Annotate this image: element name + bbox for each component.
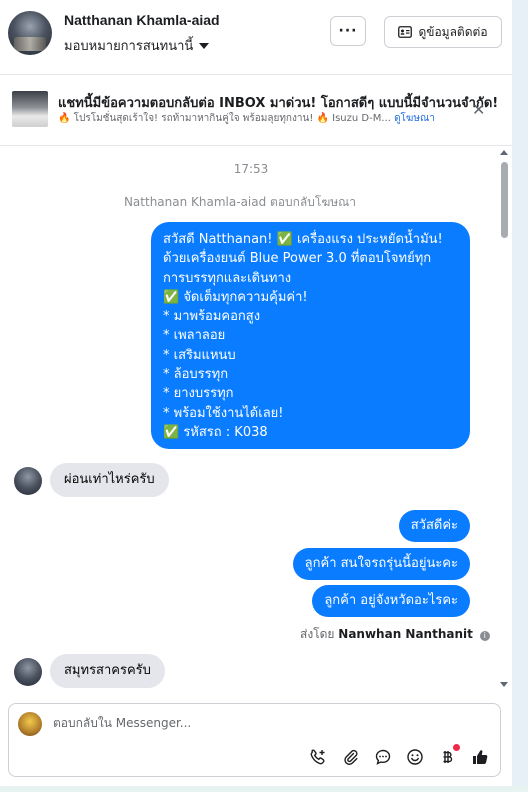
- window-edge-bottom: [0, 786, 528, 792]
- view-ad-link[interactable]: ดูโฆษณา: [394, 113, 435, 124]
- message-line-text: * มาพร้อมคอกสูง: [163, 309, 261, 325]
- message-line: ✅ รหัสรถ : K038: [163, 423, 458, 442]
- view-contact-info-button[interactable]: ดูข้อมูลติดต่อ: [384, 16, 502, 48]
- page-avatar: [18, 712, 42, 736]
- message-composer: [8, 703, 501, 777]
- message-scrollbar[interactable]: [496, 146, 512, 692]
- message-line: * เพลาลอย: [163, 326, 458, 345]
- message-line-text: * พร้อมใช้งานได้เลย!: [163, 405, 284, 421]
- incoming-message-bubble: ผ่อนเท่าไหร่ครับ: [50, 463, 169, 497]
- message-line-text: ✅ จัดเต็มทุกความคุ้มค่า!: [163, 289, 308, 305]
- message-timestamp: 17:53: [233, 162, 269, 176]
- message-line: * มาพร้อมคอกสูง: [163, 307, 458, 326]
- message-line-text: การบรรทุกและเดินทาง: [163, 270, 292, 286]
- message-line: ด้วยเครื่องยนต์ Blue Power 3.0 ที่ตอบโจท…: [163, 249, 458, 268]
- outgoing-message-bubble: ลูกค้า อยู่จังหวัดอะไรคะ: [312, 585, 470, 617]
- more-options-button[interactable]: ···: [330, 16, 366, 46]
- scroll-down-arrow-icon[interactable]: [500, 682, 508, 687]
- contact-info-label: ดูข้อมูลติดต่อ: [418, 24, 488, 39]
- message-line-text: * เพลาลอย: [163, 328, 226, 344]
- message-line-text: ด้วยเครื่องยนต์ Blue Power 3.0 ที่ตอบโจท…: [163, 251, 432, 267]
- message-line: สวัสดี Natthanan! ✅ เครื่องแรง ประหยัดน้…: [163, 230, 458, 249]
- sent-by-label: ส่งโดย Nanwhan Nanthanit i: [300, 625, 490, 644]
- message-line: * เสริมแหนบ: [163, 346, 458, 365]
- ad-message-bubble: สวัสดี Natthanan! ✅ เครื่องแรง ประหยัดน้…: [151, 222, 470, 449]
- message-line: * พร้อมใช้งานได้เลย!: [163, 404, 458, 423]
- ad-subtitle: 🔥 โปรโมชั่นสุดเร้าใจ! รถท้ามาหากินคู่ใจ …: [58, 111, 435, 126]
- ad-title: แชทนี้มีข้อความตอบกลับต่อ INBOX มาด่วน! …: [58, 96, 499, 111]
- conversation-header: Natthanan Khamla-aiad มอบหมายการสนทนานี้…: [0, 0, 512, 74]
- incoming-message-bubble: สมุทรสาครครับ: [50, 654, 165, 688]
- emoji-icon[interactable]: [404, 746, 426, 768]
- contact-name[interactable]: Natthanan Khamla-aiad: [64, 12, 220, 28]
- message-line: * ยางบรรทุก: [163, 384, 458, 403]
- message-line: * ล้อบรรทุก: [163, 365, 458, 384]
- reply-input[interactable]: [53, 716, 473, 730]
- attachment-icon[interactable]: [340, 746, 362, 768]
- outgoing-message-bubble: สวัสดีค่ะ: [398, 510, 470, 542]
- scroll-up-arrow-icon[interactable]: [500, 150, 508, 155]
- message-line: ✅ จัดเต็มทุกความคุ้มค่า!: [163, 288, 458, 307]
- message-line-text: สวัสดี Natthanan! ✅ เครื่องแรง ประหยัดน้…: [163, 232, 443, 247]
- scrollbar-thumb[interactable]: [501, 162, 508, 238]
- assign-conversation-dropdown[interactable]: มอบหมายการสนทนานี้: [64, 35, 210, 56]
- caret-down-icon: [199, 42, 210, 49]
- message-list: 17:53 Natthanan Khamla-aiad ตอบกลับโฆษณา…: [0, 146, 512, 692]
- ad-reply-note: Natthanan Khamla-aiad ตอบกลับโฆษณา: [123, 195, 357, 209]
- window-edge: [512, 0, 528, 792]
- message-line-text: * เสริมแหนบ: [163, 347, 236, 363]
- message-line-text: * ยางบรรทุก: [163, 386, 234, 402]
- close-icon[interactable]: ✕: [472, 100, 485, 119]
- ad-thumbnail[interactable]: [12, 91, 48, 127]
- thumbs-up-icon[interactable]: [469, 746, 491, 768]
- saved-replies-icon[interactable]: [372, 746, 394, 768]
- message-line-text: ✅ รหัสรถ : K038: [163, 424, 268, 440]
- sender-avatar[interactable]: [14, 658, 42, 686]
- message-line-text: * ล้อบรรทุก: [163, 367, 229, 383]
- outgoing-message-bubble: ลูกค้า สนใจรถรุ่นนี้อยู่นะคะ: [292, 548, 470, 580]
- ad-subtitle-text: 🔥 โปรโมชั่นสุดเร้าใจ! รถท้ามาหากินคู่ใจ …: [58, 113, 391, 124]
- notification-dot: [453, 744, 460, 751]
- sender-avatar[interactable]: [14, 467, 42, 495]
- ad-reference-banner: แชทนี้มีข้อความตอบกลับต่อ INBOX มาด่วน! …: [0, 74, 512, 146]
- sent-by-name: Nanwhan Nanthanit: [338, 627, 473, 641]
- sent-by-prefix: ส่งโดย: [300, 627, 335, 641]
- phone-add-icon[interactable]: [307, 746, 329, 768]
- contact-avatar[interactable]: [8, 11, 52, 55]
- message-line: การบรรทุกและเดินทาง: [163, 269, 458, 288]
- conversation-panel: Natthanan Khamla-aiad มอบหมายการสนทนานี้…: [0, 0, 512, 792]
- contact-card-icon: [398, 26, 413, 38]
- assign-label: มอบหมายการสนทนานี้: [64, 39, 194, 54]
- info-icon[interactable]: i: [479, 631, 490, 641]
